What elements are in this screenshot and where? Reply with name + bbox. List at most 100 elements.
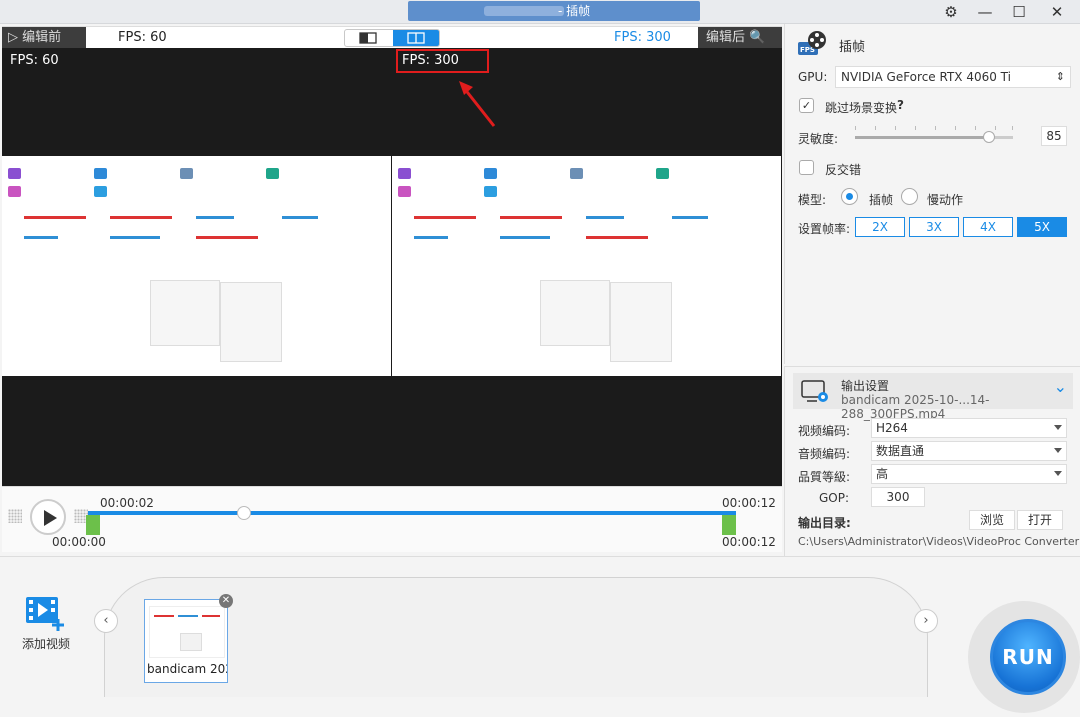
- video-codec-label: 视频编码:: [798, 424, 851, 438]
- dropdown-arrow-icon: [1054, 425, 1062, 430]
- section-title: 插帧: [839, 40, 866, 55]
- skip-scene-label: 跳过场景变换: [825, 101, 898, 115]
- video-frame-before: [2, 156, 391, 376]
- fps-overlay-after: FPS: 300: [396, 49, 489, 73]
- grip-left-icon[interactable]: [8, 509, 22, 523]
- video-preview: FPS: 60 FPS: 300: [2, 48, 782, 486]
- after-edit-tab[interactable]: 编辑后 🔍: [698, 27, 782, 49]
- drive-bar: [414, 236, 448, 239]
- context-submenu: [220, 282, 282, 362]
- gpu-select[interactable]: NVIDIA GeForce RTX 4060 Ti ⇕: [835, 66, 1071, 88]
- deinterlace-checkbox[interactable]: [799, 160, 814, 175]
- folder-icon: [656, 168, 669, 179]
- playhead-knob[interactable]: [237, 506, 251, 520]
- video-thumbnail[interactable]: ✕ bandicam 2025-1: [144, 594, 233, 683]
- drive-bar: [196, 236, 258, 239]
- deinterlace-label: 反交错: [825, 163, 862, 177]
- fps-film-icon: FPS: [798, 31, 826, 55]
- drive-bar: [110, 236, 160, 239]
- title-blurred: [484, 6, 564, 16]
- maximize-button[interactable]: ☐: [1002, 0, 1036, 24]
- rate-4x-button[interactable]: 4X: [963, 217, 1013, 237]
- play-button[interactable]: [30, 499, 66, 535]
- quality-label: 品質等級:: [798, 470, 851, 484]
- help-icon[interactable]: ?: [897, 98, 904, 112]
- drive-bar: [500, 236, 550, 239]
- preview-before: FPS: 60: [2, 48, 391, 486]
- trim-end-handle[interactable]: [722, 515, 736, 535]
- trim-start-handle[interactable]: [86, 515, 100, 535]
- model-slowmo-label: 慢动作: [927, 193, 964, 207]
- add-video-icon[interactable]: [24, 593, 68, 633]
- quality-value: 高: [876, 467, 889, 481]
- thumbnail-image: [149, 606, 225, 658]
- window-title-text: - 插帧: [558, 4, 591, 18]
- thumbnail-name: bandicam 2025-1: [147, 662, 227, 676]
- open-button[interactable]: 打开: [1017, 510, 1063, 530]
- rate-label: 设置帧率:: [798, 222, 851, 236]
- run-button-frame: RUN: [968, 601, 1080, 713]
- model-interp-radio[interactable]: [841, 188, 858, 205]
- rate-5x-button[interactable]: 5X: [1017, 217, 1067, 237]
- drive-bar: [586, 236, 648, 239]
- timeline-track[interactable]: [88, 511, 736, 515]
- play-icon: [44, 510, 57, 526]
- video-codec-select[interactable]: H264: [871, 418, 1067, 438]
- sensitivity-label: 灵敏度:: [798, 132, 839, 146]
- settings-gear-icon[interactable]: ⚙: [934, 0, 968, 24]
- annotation-arrow-icon: [459, 81, 496, 127]
- rate-3x-button[interactable]: 3X: [909, 217, 959, 237]
- preview-after: FPS: 300: [392, 48, 781, 486]
- minimize-button[interactable]: —: [968, 0, 1002, 24]
- folder-icon: [180, 168, 193, 179]
- chevron-double-down-icon[interactable]: ⌄: [1054, 377, 1067, 396]
- up-down-icon: ⇕: [1055, 70, 1065, 83]
- sensitivity-knob[interactable]: [983, 131, 996, 143]
- before-edit-tab[interactable]: ▷ 编辑前: [2, 27, 86, 49]
- sensitivity-value[interactable]: 85: [1041, 126, 1067, 146]
- add-video-label[interactable]: 添加视频: [22, 635, 70, 652]
- video-codec-value: H264: [876, 421, 908, 435]
- audio-codec-select[interactable]: 数据直通: [871, 441, 1067, 461]
- rate-2x-button[interactable]: 2X: [855, 217, 905, 237]
- scroll-left-button[interactable]: ‹: [94, 609, 118, 633]
- folder-icon: [94, 168, 107, 179]
- view-mode-toggle[interactable]: [344, 29, 440, 47]
- dropdown-arrow-icon: [1054, 471, 1062, 476]
- context-menu: [150, 280, 220, 346]
- end-time-bottom: 00:00:12: [722, 535, 776, 549]
- folder-icon: [94, 186, 107, 197]
- output-settings-header[interactable]: 输出设置 bandicam 2025-10-...14-288_300FPS.m…: [793, 373, 1073, 421]
- output-path: C:\Users\Administrator\Videos\VideoProc …: [798, 535, 1080, 548]
- fps-after-label: FPS: 300: [614, 30, 671, 45]
- run-button[interactable]: RUN: [990, 619, 1066, 695]
- browse-button[interactable]: 浏览: [969, 510, 1015, 530]
- remove-video-icon[interactable]: ✕: [219, 594, 233, 608]
- interpolation-settings: FPS 插帧 GPU: NVIDIA GeForce RTX 4060 Ti ⇕…: [784, 24, 1080, 364]
- output-filename: bandicam 2025-10-...14-288_300FPS.mp4: [841, 393, 990, 421]
- audio-codec-value: 数据直通: [876, 444, 925, 458]
- sensitivity-fill: [855, 136, 990, 139]
- context-submenu: [610, 282, 672, 362]
- side-by-side-view-icon[interactable]: [393, 30, 439, 46]
- media-strip: 添加视频 ‹ › ✕ bandicam 2025-1 RUN: [0, 556, 1080, 717]
- slider-ticks: [855, 126, 1013, 130]
- skip-scene-checkbox[interactable]: ✓: [799, 98, 814, 113]
- sensitivity-slider[interactable]: [855, 131, 1013, 143]
- drive-bar: [586, 216, 624, 219]
- gpu-value: NVIDIA GeForce RTX 4060 Ti: [841, 70, 1011, 84]
- folder-icon: [8, 186, 21, 197]
- split-view-icon[interactable]: [345, 30, 392, 46]
- model-slowmo-radio[interactable]: [901, 188, 918, 205]
- gpu-label: GPU:: [798, 70, 828, 84]
- gop-input[interactable]: 300: [871, 487, 925, 507]
- gop-label: GOP:: [819, 491, 850, 505]
- audio-codec-label: 音频编码:: [798, 447, 851, 461]
- output-settings: 输出设置 bandicam 2025-10-...14-288_300FPS.m…: [784, 366, 1080, 556]
- model-label: 模型:: [798, 193, 827, 207]
- close-button[interactable]: ✕: [1040, 0, 1074, 24]
- scroll-right-button[interactable]: ›: [914, 609, 938, 633]
- output-dir-label: 输出目录:: [798, 516, 851, 530]
- quality-select[interactable]: 高: [871, 464, 1067, 484]
- window-title: - 插帧: [408, 1, 700, 21]
